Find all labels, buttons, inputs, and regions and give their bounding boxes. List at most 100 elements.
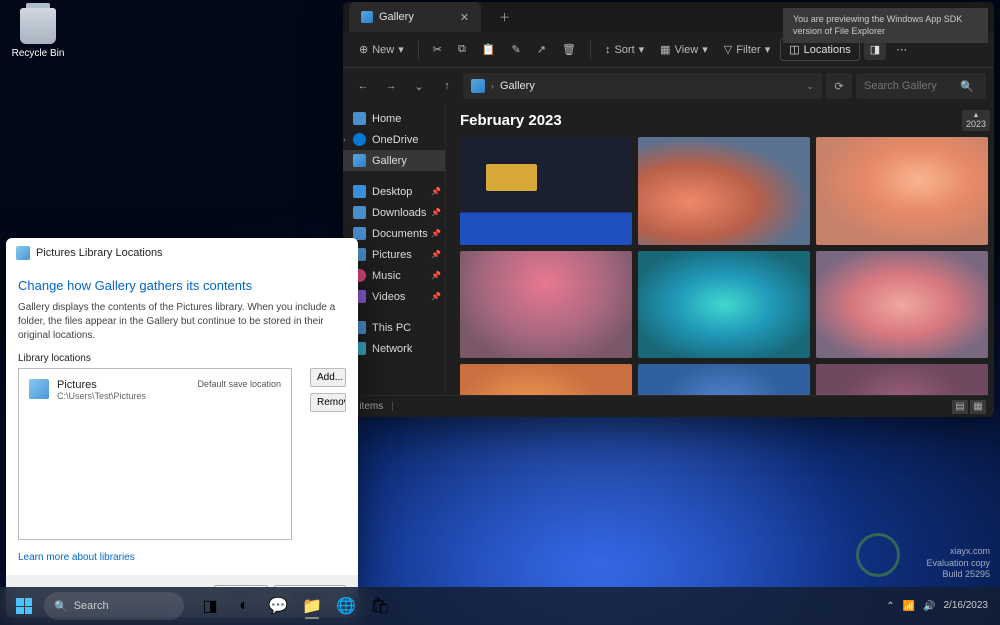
- tray-chevron-icon[interactable]: ⌃: [886, 601, 894, 612]
- sidebar-item-downloads[interactable]: Downloads📌: [343, 202, 445, 223]
- watermark-logo: [820, 533, 900, 583]
- pin-icon[interactable]: 📌: [431, 187, 441, 196]
- thumbnail[interactable]: [638, 137, 810, 245]
- new-button[interactable]: ⊕ New ▾: [353, 39, 410, 60]
- sidebar-item-videos[interactable]: Videos📌: [343, 286, 445, 307]
- chat-button[interactable]: 💬: [262, 592, 294, 620]
- details-view-button[interactable]: ▤: [952, 400, 968, 414]
- thumbnail[interactable]: [460, 251, 632, 359]
- view-button[interactable]: ▦ View ▾: [654, 39, 714, 60]
- windows-icon: [16, 598, 32, 614]
- tab-label: Gallery: [379, 11, 414, 23]
- widgets-button[interactable]: ◐: [228, 592, 260, 620]
- navbar: ← → ⌄ ↑ › Gallery ⌄ ⟳ 🔍: [343, 68, 994, 104]
- chevron-down-icon[interactable]: ⌄: [806, 81, 814, 92]
- paste-button[interactable]: 📋: [476, 39, 502, 60]
- sidebar-item-gallery[interactable]: Gallery: [343, 150, 445, 171]
- store-taskbar[interactable]: 🛍: [364, 592, 396, 620]
- desktop-icon: [353, 185, 366, 198]
- thumbnail[interactable]: [638, 364, 810, 395]
- gallery-icon: [471, 79, 485, 93]
- recycle-bin[interactable]: Recycle Bin: [8, 8, 68, 59]
- edge-taskbar[interactable]: 🌐: [330, 592, 362, 620]
- recycle-bin-icon: [20, 8, 56, 44]
- copy-button[interactable]: ⧉: [452, 39, 472, 60]
- learn-more-link[interactable]: Learn more about libraries: [6, 540, 358, 575]
- thumbnail[interactable]: [816, 137, 988, 245]
- address-bar[interactable]: › Gallery ⌄: [463, 73, 822, 99]
- tab-gallery[interactable]: Gallery ✕: [349, 2, 481, 32]
- pictures-folder-icon: [29, 379, 49, 399]
- pin-icon[interactable]: 📌: [431, 271, 441, 280]
- file-explorer-taskbar[interactable]: 📁: [296, 592, 328, 620]
- search-input[interactable]: [864, 80, 954, 92]
- gallery-icon: [361, 11, 373, 23]
- sidebar-item-pictures[interactable]: Pictures📌: [343, 244, 445, 265]
- library-location-item[interactable]: Pictures C:\Users\Test\Pictures Default …: [25, 375, 285, 405]
- taskbar-search[interactable]: 🔍 Search: [44, 592, 184, 620]
- delete-button[interactable]: 🗑: [556, 39, 582, 60]
- refresh-button[interactable]: ⟳: [826, 73, 852, 99]
- pin-icon[interactable]: 📌: [431, 208, 441, 217]
- rename-button[interactable]: ✎: [506, 39, 527, 60]
- sidebar-item-home[interactable]: Home: [343, 108, 445, 129]
- pin-icon[interactable]: 📌: [431, 229, 441, 238]
- search-box[interactable]: 🔍: [856, 73, 986, 99]
- timeline-scroll[interactable]: 2023: [962, 110, 990, 131]
- thumbnail[interactable]: [638, 251, 810, 359]
- thumbnail[interactable]: [816, 251, 988, 359]
- icons-view-button[interactable]: ▦: [970, 400, 986, 414]
- view-mode-toggle[interactable]: ▤ ▦: [952, 400, 986, 414]
- library-locations-dialog: Pictures Library Locations Change how Ga…: [6, 238, 358, 584]
- thumbnail[interactable]: [460, 137, 632, 245]
- thumbnail[interactable]: [816, 364, 988, 395]
- system-tray[interactable]: ⌃ 📶 🔊 2/16/2023: [886, 600, 992, 612]
- up-button[interactable]: ↑: [435, 74, 459, 98]
- pin-icon[interactable]: 📌: [431, 292, 441, 301]
- recent-button[interactable]: ⌄: [407, 74, 431, 98]
- task-view-button[interactable]: ◨: [194, 592, 226, 620]
- library-locations-label: Library locations: [6, 353, 358, 368]
- thumbnail-grid: [460, 137, 988, 395]
- sidebar: Home ›OneDrive Gallery Desktop📌 Download…: [343, 104, 446, 395]
- home-icon: [353, 112, 366, 125]
- library-locations-list[interactable]: Pictures C:\Users\Test\Pictures Default …: [18, 368, 292, 540]
- downloads-icon: [353, 206, 366, 219]
- dialog-title: Pictures Library Locations: [36, 247, 163, 259]
- add-button[interactable]: Add...: [310, 368, 346, 387]
- forward-button[interactable]: →: [379, 74, 403, 98]
- thumbnail[interactable]: [460, 364, 632, 395]
- sidebar-item-music[interactable]: Music📌: [343, 265, 445, 286]
- gallery-icon: [353, 154, 366, 167]
- dialog-titlebar[interactable]: Pictures Library Locations: [6, 238, 358, 268]
- network-icon[interactable]: 📶: [903, 601, 915, 612]
- search-icon: 🔍: [960, 80, 974, 93]
- titlebar[interactable]: Gallery ✕ ＋ You are previewing the Windo…: [343, 2, 994, 32]
- sidebar-item-desktop[interactable]: Desktop📌: [343, 181, 445, 202]
- share-button[interactable]: ↗: [531, 39, 552, 60]
- cut-button[interactable]: ✂: [427, 39, 448, 60]
- search-icon: 🔍: [54, 600, 68, 613]
- sidebar-item-thispc[interactable]: ›This PC: [343, 317, 445, 338]
- remove-button[interactable]: Remove: [310, 393, 346, 412]
- filter-button[interactable]: ▽ Filter ▾: [718, 39, 776, 60]
- taskbar-clock[interactable]: 2/16/2023: [944, 600, 993, 612]
- desktop-watermark: xiayx.com Evaluation copy Build 25295: [926, 546, 990, 581]
- dialog-description: Gallery displays the contents of the Pic…: [6, 301, 358, 353]
- start-button[interactable]: [8, 592, 40, 620]
- new-tab-button[interactable]: ＋: [491, 5, 518, 29]
- preview-banner: You are previewing the Windows App SDK v…: [783, 8, 988, 43]
- onedrive-icon: [353, 133, 366, 146]
- pin-icon[interactable]: 📌: [431, 250, 441, 259]
- chevron-right-icon: ›: [491, 81, 494, 91]
- dialog-heading: Change how Gallery gathers its contents: [6, 268, 358, 301]
- sidebar-item-onedrive[interactable]: ›OneDrive: [343, 129, 445, 150]
- tab-close-button[interactable]: ✕: [460, 11, 469, 24]
- sidebar-item-network[interactable]: ›Network: [343, 338, 445, 359]
- sort-button[interactable]: ↕ Sort ▾: [599, 39, 650, 60]
- back-button[interactable]: ←: [351, 74, 375, 98]
- taskbar: 🔍 Search ◨ ◐ 💬 📁 🌐 🛍 ⌃ 📶 🔊 2/16/2023: [0, 587, 1000, 625]
- chevron-right-icon[interactable]: ›: [343, 135, 346, 144]
- volume-icon[interactable]: 🔊: [923, 601, 935, 612]
- sidebar-item-documents[interactable]: Documents📌: [343, 223, 445, 244]
